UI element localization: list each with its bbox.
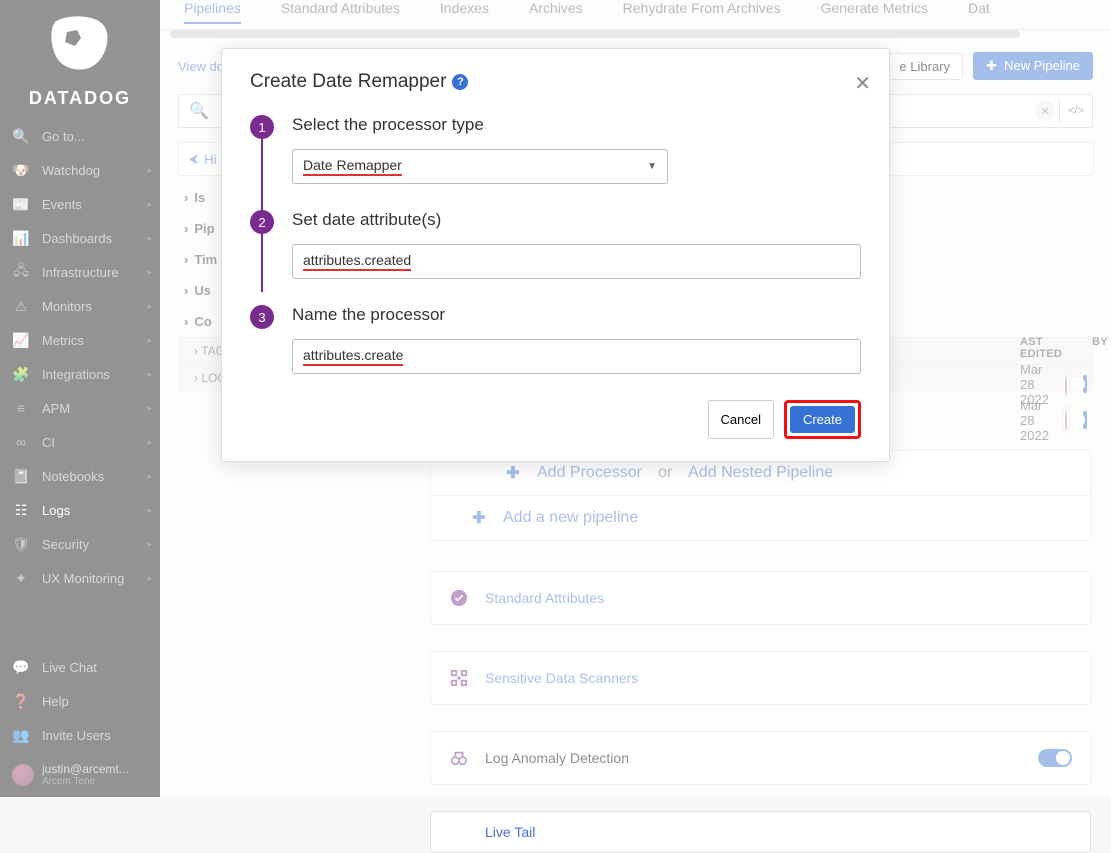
step1-title: Select the processor type (292, 115, 861, 135)
create-remapper-modal: Create Date Remapper ? ✕ 1 Select the pr… (221, 48, 890, 462)
processor-type-select[interactable]: Date Remapper ▼ (292, 149, 668, 184)
livetail-icon (449, 822, 469, 842)
date-attributes-input[interactable]: attributes.created (292, 244, 861, 279)
step2-title: Set date attribute(s) (292, 210, 861, 230)
step-badge-2: 2 (250, 210, 274, 234)
help-icon[interactable]: ? (452, 74, 468, 90)
close-icon[interactable]: ✕ (854, 71, 871, 96)
create-highlight: Create (784, 400, 861, 439)
step-badge-1: 1 (250, 115, 274, 139)
cancel-button[interactable]: Cancel (708, 400, 774, 439)
processor-name-input[interactable]: attributes.create (292, 339, 861, 374)
create-button[interactable]: Create (790, 406, 855, 433)
chevron-down-icon: ▼ (647, 161, 657, 172)
modal-title: Create Date Remapper ? (250, 71, 861, 93)
step-badge-3: 3 (250, 305, 274, 329)
livetail-row[interactable]: Live Tail (430, 811, 1091, 853)
step3-title: Name the processor (292, 305, 861, 325)
